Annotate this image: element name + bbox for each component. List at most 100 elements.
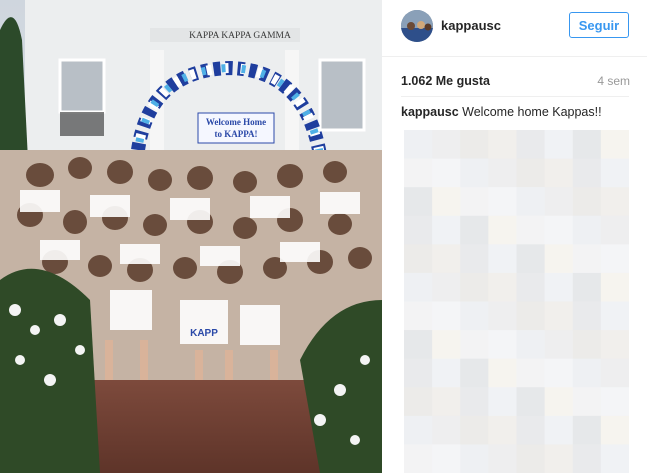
username[interactable]: kappausc: [441, 18, 501, 33]
blur-pixel: [572, 358, 602, 388]
profile-photo-icon: [401, 10, 433, 42]
post-timestamp[interactable]: 4 sem: [597, 74, 630, 88]
blur-pixel: [460, 187, 489, 217]
blur-pixel: [488, 187, 517, 217]
blur-pixel: [460, 130, 489, 160]
blur-pixel: [544, 301, 574, 331]
divider: [401, 96, 629, 97]
blur-pixel: [404, 272, 433, 302]
blur-pixel: [572, 387, 602, 417]
blur-pixel: [600, 187, 629, 217]
post-photo: KAPPA KAPPA GAMMA Welcome Home to KAPPA!: [0, 0, 382, 473]
blur-pixel: [516, 187, 546, 217]
blur-pixel: [404, 158, 433, 188]
blur-pixel: [516, 358, 546, 388]
blur-pixel: [488, 158, 517, 188]
blur-pixel: [432, 415, 461, 445]
blur-pixel: [600, 130, 629, 160]
blur-pixel: [432, 215, 461, 245]
blur-pixel: [600, 415, 629, 445]
blur-pixel: [432, 301, 461, 331]
blur-pixel: [404, 244, 433, 274]
blur-pixel: [404, 358, 433, 388]
blur-pixel: [404, 301, 433, 331]
blur-pixel: [572, 272, 602, 302]
blur-pixel: [460, 215, 489, 245]
blur-pixel: [488, 244, 517, 274]
blur-pixel: [488, 387, 517, 417]
avatar[interactable]: [401, 10, 433, 42]
blur-pixel: [432, 444, 461, 473]
blur-pixel: [544, 415, 574, 445]
blur-pixel: [488, 301, 517, 331]
blur-pixel: [516, 301, 546, 331]
blurred-comments: [404, 130, 629, 473]
blur-pixel: [516, 330, 546, 360]
blur-pixel: [488, 272, 517, 302]
blur-pixel: [404, 187, 433, 217]
blur-pixel: [460, 330, 489, 360]
blur-pixel: [572, 301, 602, 331]
banner-line-2: to KAPPA!: [214, 129, 257, 139]
house-sign: KAPPA KAPPA GAMMA: [189, 31, 291, 41]
blur-pixel: [460, 301, 489, 331]
blur-pixel: [460, 272, 489, 302]
blur-pixel: [600, 272, 629, 302]
blur-pixel: [460, 415, 489, 445]
blur-pixel: [488, 330, 517, 360]
blur-pixel: [460, 158, 489, 188]
blur-pixel: [516, 244, 546, 274]
blur-pixel: [572, 158, 602, 188]
blur-pixel: [600, 387, 629, 417]
blur-pixel: [488, 130, 517, 160]
follow-button[interactable]: Seguir: [569, 12, 629, 38]
blur-pixel: [488, 415, 517, 445]
blur-pixel: [544, 158, 574, 188]
blur-pixel: [572, 330, 602, 360]
blur-pixel: [404, 215, 433, 245]
blur-pixel: [404, 130, 433, 160]
caption-text: Welcome home Kappas!!: [462, 105, 602, 119]
banner-line-1: Welcome Home: [206, 117, 266, 127]
shirt-text: KAPP: [190, 328, 218, 339]
blur-pixel: [600, 301, 629, 331]
caption: kappausc Welcome home Kappas!!: [401, 105, 602, 119]
blur-pixel: [404, 415, 433, 445]
post-header: kappausc Seguir: [382, 0, 647, 57]
blur-pixel: [572, 415, 602, 445]
blur-pixel: [404, 330, 433, 360]
blur-pixel: [516, 158, 546, 188]
blur-pixel: [488, 358, 517, 388]
blur-pixel: [600, 158, 629, 188]
blur-pixel: [516, 215, 546, 245]
blur-pixel: [600, 444, 629, 473]
blur-pixel: [488, 215, 517, 245]
blur-pixel: [600, 215, 629, 245]
blur-pixel: [460, 387, 489, 417]
blur-pixel: [404, 444, 433, 473]
blur-pixel: [544, 272, 574, 302]
blur-pixel: [432, 187, 461, 217]
blur-pixel: [572, 187, 602, 217]
blur-pixel: [544, 387, 574, 417]
caption-username[interactable]: kappausc: [401, 105, 459, 119]
blur-pixel: [404, 387, 433, 417]
blur-pixel: [544, 244, 574, 274]
blur-pixel: [544, 215, 574, 245]
blur-pixel: [516, 387, 546, 417]
blur-pixel: [432, 330, 461, 360]
blur-pixel: [488, 444, 517, 473]
blur-pixel: [572, 444, 602, 473]
blur-pixel: [460, 244, 489, 274]
blur-pixel: [572, 215, 602, 245]
blur-pixel: [432, 158, 461, 188]
blur-pixel: [544, 187, 574, 217]
blur-pixel: [516, 130, 546, 160]
blur-pixel: [460, 444, 489, 473]
blur-pixel: [432, 387, 461, 417]
blur-pixel: [600, 244, 629, 274]
like-count[interactable]: 1.062 Me gusta: [401, 74, 490, 88]
blur-pixel: [516, 444, 546, 473]
blur-pixel: [516, 272, 546, 302]
blur-pixel: [572, 244, 602, 274]
